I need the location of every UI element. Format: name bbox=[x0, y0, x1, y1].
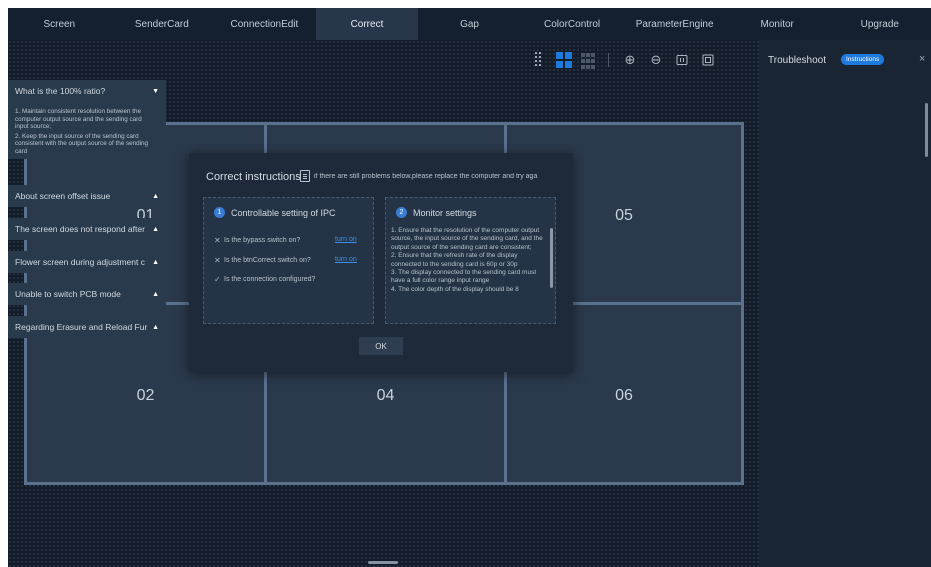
note-icon bbox=[300, 170, 310, 182]
check-label: Is the btnCorrect switch on? bbox=[224, 257, 311, 264]
drag-grip-icon[interactable] bbox=[535, 52, 543, 68]
dialog-note: if there are still problems below,please… bbox=[314, 173, 538, 180]
faq-label: Unable to switch PCB mode bbox=[15, 289, 121, 299]
layout-9-grid-icon[interactable] bbox=[580, 53, 596, 69]
monitor-instructions: 1. Ensure that the resolution of the com… bbox=[391, 227, 548, 318]
scrollbar[interactable] bbox=[925, 103, 928, 157]
tab-connectionedit[interactable]: ConnectionEdit bbox=[213, 8, 316, 40]
faq-label: What is the 100% ratio? bbox=[15, 86, 106, 96]
check-icon: ✓ bbox=[214, 275, 221, 284]
faq-label: Flower screen during adjustment c bbox=[15, 257, 145, 267]
faq-item-no-response[interactable]: The screen does not respond after ▲ bbox=[8, 218, 166, 240]
scrollbar[interactable] bbox=[550, 228, 553, 288]
monitor-settings-card: 2 Monitor settings 1. Ensure that the re… bbox=[385, 197, 556, 324]
panel-title: Troubleshoot bbox=[768, 55, 826, 66]
panel-number: 02 bbox=[136, 387, 155, 404]
caret-up-icon: ▲ bbox=[152, 290, 159, 298]
ok-button[interactable]: OK bbox=[359, 337, 403, 355]
top-nav: Screen SenderCard ConnectionEdit Correct… bbox=[8, 8, 931, 40]
cross-icon: ✕ bbox=[214, 236, 221, 245]
tab-gap[interactable]: Gap bbox=[418, 8, 521, 40]
troubleshoot-panel: Troubleshoot Instructions × bbox=[759, 40, 931, 567]
correct-instructions-dialog: Correct instructions if there are still … bbox=[189, 153, 573, 372]
panel-number: 04 bbox=[376, 387, 395, 404]
actual-size-icon[interactable] bbox=[674, 52, 690, 68]
check-btncorrect: ✕ Is the btnCorrect switch on? bbox=[214, 256, 311, 265]
close-icon[interactable]: × bbox=[919, 53, 925, 65]
instruction-line: 4. The color depth of the display should… bbox=[391, 285, 519, 293]
check-connection: ✓ Is the connection configured? bbox=[214, 275, 315, 284]
card-title: Monitor settings bbox=[413, 207, 477, 218]
tab-correct[interactable]: Correct bbox=[315, 8, 419, 40]
faq-label: The screen does not respond after bbox=[15, 224, 145, 234]
check-label: Is the connection configured? bbox=[224, 276, 316, 283]
ipc-settings-card: 1 Controllable setting of IPC ✕ Is the b… bbox=[203, 197, 374, 324]
tab-sendercard[interactable]: SenderCard bbox=[111, 8, 214, 40]
caret-up-icon: ▲ bbox=[152, 225, 159, 233]
tab-screen[interactable]: Screen bbox=[8, 8, 111, 40]
card-header: 2 Monitor settings bbox=[396, 207, 477, 218]
cross-icon: ✕ bbox=[214, 256, 221, 265]
tab-upgrade[interactable]: Upgrade bbox=[829, 8, 931, 40]
faq-answer: 1. Maintain consistent resolution betwee… bbox=[8, 102, 166, 159]
card-title: Controllable setting of IPC bbox=[231, 207, 336, 218]
instruction-line: 3. The display connected to the sending … bbox=[391, 269, 537, 285]
toolbar-divider bbox=[608, 53, 609, 67]
panel-number: 06 bbox=[615, 387, 633, 404]
turn-on-bypass-link[interactable]: turn on bbox=[335, 236, 357, 243]
instruction-line: 2. Ensure that the refresh rate of the d… bbox=[391, 252, 518, 268]
check-bypass: ✕ Is the bypass switch on? bbox=[214, 236, 300, 245]
instruction-line: 1. Ensure that the resolution of the com… bbox=[391, 227, 543, 251]
tab-colorcontrol[interactable]: ColorControl bbox=[521, 8, 624, 40]
bottom-drawer-handle[interactable] bbox=[368, 561, 398, 564]
step-number-badge: 2 bbox=[396, 207, 407, 218]
faq-item-flower-screen[interactable]: Flower screen during adjustment c ▲ bbox=[8, 251, 166, 273]
layout-4-grid-icon[interactable] bbox=[556, 52, 572, 68]
faq-item-ratio[interactable]: What is the 100% ratio? ▼ bbox=[8, 80, 166, 102]
step-number-badge: 1 bbox=[214, 207, 225, 218]
faq-label: Regarding Erasure and Reload Fur bbox=[15, 322, 148, 332]
instructions-badge[interactable]: Instructions bbox=[841, 54, 885, 65]
caret-up-icon: ▲ bbox=[152, 192, 159, 200]
faq-item-erasure-reload[interactable]: Regarding Erasure and Reload Fur ▲ bbox=[8, 316, 166, 338]
answer-line: 2. Keep the input source of the sending … bbox=[15, 132, 149, 155]
turn-on-btncorrect-link[interactable]: turn on bbox=[335, 256, 357, 263]
dialog-title: Correct instructions bbox=[206, 171, 301, 183]
tab-parameterengine[interactable]: ParameterEngine bbox=[623, 8, 726, 40]
zoom-in-icon[interactable]: ⊕ bbox=[622, 52, 638, 68]
tab-monitor[interactable]: Monitor bbox=[726, 8, 829, 40]
answer-line: 1. Maintain consistent resolution betwee… bbox=[15, 108, 142, 131]
faq-item-screen-offset[interactable]: About screen offset issue ▲ bbox=[8, 185, 166, 207]
fit-screen-icon[interactable] bbox=[700, 52, 716, 68]
caret-up-icon: ▲ bbox=[152, 323, 159, 331]
faq-label: About screen offset issue bbox=[15, 191, 111, 201]
check-label: Is the bypass switch on? bbox=[224, 237, 301, 244]
zoom-out-icon[interactable]: ⊖ bbox=[648, 52, 664, 68]
caret-down-icon: ▼ bbox=[152, 87, 159, 95]
faq-item-pcb-mode[interactable]: Unable to switch PCB mode ▲ bbox=[8, 283, 166, 305]
card-header: 1 Controllable setting of IPC bbox=[214, 207, 336, 218]
caret-up-icon: ▲ bbox=[152, 258, 159, 266]
